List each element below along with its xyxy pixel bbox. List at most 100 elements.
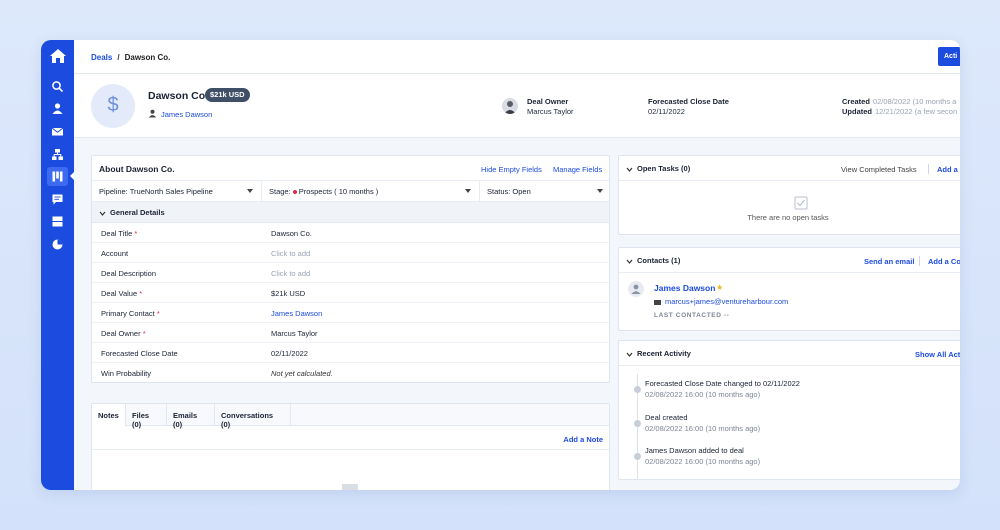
about-card: About Dawson Co. Hide Empty Fields Manag…	[91, 155, 610, 383]
general-details-toggle[interactable]: General Details	[92, 202, 609, 223]
tab-conversations[interactable]: Conversations (0)	[215, 404, 291, 429]
show-all-activity-link[interactable]: Show All Acti	[915, 350, 960, 359]
timeline-dot	[634, 420, 641, 427]
manage-fields-link[interactable]: Manage Fields	[553, 165, 602, 174]
active-caret	[70, 172, 74, 180]
org-chart-icon[interactable]	[51, 148, 64, 161]
envelope-icon	[654, 299, 661, 305]
star-icon[interactable]: ★	[716, 283, 723, 292]
required-marker: *	[134, 229, 138, 238]
app-window: Deals / Dawson Co. Acti $ Dawson Co. $21k …	[41, 40, 960, 490]
notes-tabs: Notes Files (0) Emails (0) Conversations…	[92, 404, 609, 429]
status-chevron-down-icon	[597, 189, 603, 193]
field-value[interactable]: Click to add	[271, 269, 310, 278]
field-row-deal-title: Deal Title * Dawson Co.	[92, 223, 609, 243]
recent-activity-title: Recent Activity	[637, 349, 691, 358]
required-marker: *	[142, 329, 146, 338]
checkbox-empty-icon	[794, 196, 808, 210]
close-date-meta: Forecasted Close Date 02/11/2022	[648, 97, 729, 117]
field-row-primary-contact: Primary Contact * James Dawson	[92, 303, 609, 323]
chat-icon[interactable]	[51, 193, 64, 206]
actions-button[interactable]: Acti	[938, 47, 960, 66]
contact-email-link[interactable]: marcus+james@ventureharbour.com	[654, 297, 788, 306]
field-value[interactable]: 02/11/2022	[271, 349, 308, 358]
deal-contact-name: James Dawson	[161, 110, 213, 119]
mail-icon[interactable]	[51, 125, 64, 138]
nav-rail	[41, 40, 74, 490]
activity-text: Deal created	[645, 413, 688, 422]
status-select[interactable]: Status: Open	[480, 181, 609, 202]
recent-activity-header: Recent Activity Show All Acti	[619, 341, 960, 366]
general-details-label: General Details	[110, 208, 165, 217]
header-divider	[919, 256, 920, 266]
deal-selectors: Pipeline: TrueNorth Sales Pipeline Stage…	[92, 181, 609, 202]
search-icon[interactable]	[51, 80, 64, 93]
hide-empty-fields-link[interactable]: Hide Empty Fields	[481, 165, 542, 174]
resize-handle[interactable]	[342, 484, 358, 490]
deal-contact-link[interactable]: James Dawson	[148, 109, 212, 119]
add-contact-link[interactable]: Add a Co	[928, 257, 960, 266]
field-value[interactable]: James Dawson	[271, 309, 322, 318]
field-row-account: Account Click to add	[92, 243, 609, 263]
deal-avatar: $	[91, 84, 135, 128]
created-updated-meta: Created 02/08/2022 (10 months a Updated 12…	[842, 97, 957, 117]
pipeline-value: Pipeline: TrueNorth Sales Pipeline	[99, 187, 213, 196]
breadcrumb-current: Dawson Co.	[124, 53, 171, 62]
pipeline-select[interactable]: Pipeline: TrueNorth Sales Pipeline	[92, 181, 262, 202]
status-value: Status: Open	[487, 187, 531, 196]
deal-header: $ Dawson Co. $21k USD James Dawson Deal …	[74, 74, 960, 138]
contacts-card: Contacts (1) Send an email Add a Co Jame…	[618, 247, 960, 331]
field-value: Not yet calculated.	[271, 369, 333, 378]
about-card-header: About Dawson Co. Hide Empty Fields Manag…	[92, 156, 609, 181]
deal-name: Dawson Co.	[148, 90, 209, 102]
field-value[interactable]: $21k USD	[271, 289, 305, 298]
chevron-down-icon[interactable]	[626, 166, 633, 173]
timeline-dot	[634, 386, 641, 393]
top-bar: Deals / Dawson Co. Acti	[74, 40, 960, 74]
view-completed-tasks-link[interactable]: View Completed Tasks	[841, 165, 917, 174]
contacts-icon[interactable]	[51, 102, 64, 115]
breadcrumb-deals-link[interactable]: Deals	[91, 53, 112, 62]
tab-emails[interactable]: Emails (0)	[167, 404, 215, 429]
field-row-win-probability: Win Probability Not yet calculated.	[92, 363, 609, 382]
created-label: Created	[842, 97, 870, 106]
tab-notes[interactable]: Notes	[92, 404, 126, 426]
header-divider	[928, 164, 929, 174]
activity-date: 02/08/2022 16:00 (10 months ago)	[645, 390, 761, 399]
field-label: Deal Description	[101, 269, 157, 278]
breadcrumb: Deals / Dawson Co.	[91, 53, 170, 62]
stage-chevron-down-icon	[465, 189, 471, 193]
person-icon	[148, 109, 157, 118]
field-value[interactable]: Dawson Co.	[271, 229, 312, 238]
activity-item: James Dawson added to deal 02/08/2022 16…	[645, 445, 760, 467]
activity-text: James Dawson added to deal	[645, 446, 744, 455]
field-row-close-date: Forecasted Close Date 02/11/2022	[92, 343, 609, 363]
field-value[interactable]: Click to add	[271, 249, 310, 258]
field-value[interactable]: Marcus Taylor	[271, 329, 318, 338]
home-logo-icon[interactable]	[49, 48, 67, 64]
activity-item: Deal created 02/08/2022 16:00 (10 months…	[645, 412, 760, 434]
field-label: Account	[101, 249, 129, 258]
required-marker: *	[139, 289, 143, 298]
stage-select[interactable]: Stage: Prospects ( 10 months )	[262, 181, 480, 202]
add-task-link[interactable]: Add a t	[937, 165, 960, 174]
field-label: Win Probability	[101, 369, 152, 378]
field-label: Primary Contact	[101, 309, 155, 318]
deal-value-badge: $21k USD	[205, 88, 250, 102]
field-row-deal-description: Deal Description Click to add	[92, 263, 609, 283]
add-note-button[interactable]: Add a Note	[563, 435, 603, 444]
field-label: Deal Title	[101, 229, 133, 238]
tab-files[interactable]: Files (0)	[126, 404, 167, 429]
activity-text: Forecasted Close Date changed to 02/11/2…	[645, 379, 800, 388]
contact-name-link[interactable]: James Dawson	[654, 283, 715, 293]
chevron-down-icon[interactable]	[626, 258, 633, 265]
deals-board-icon[interactable]	[51, 170, 64, 183]
owner-avatar	[502, 98, 518, 114]
activity-date: 02/08/2022 16:00 (10 months ago)	[645, 424, 761, 433]
chevron-down-icon[interactable]	[626, 351, 633, 358]
breadcrumb-separator: /	[117, 53, 120, 62]
inbox-icon[interactable]	[51, 215, 64, 228]
send-email-link[interactable]: Send an email	[864, 257, 914, 266]
reports-pie-icon[interactable]	[51, 238, 64, 251]
pipeline-chevron-down-icon	[247, 189, 253, 193]
